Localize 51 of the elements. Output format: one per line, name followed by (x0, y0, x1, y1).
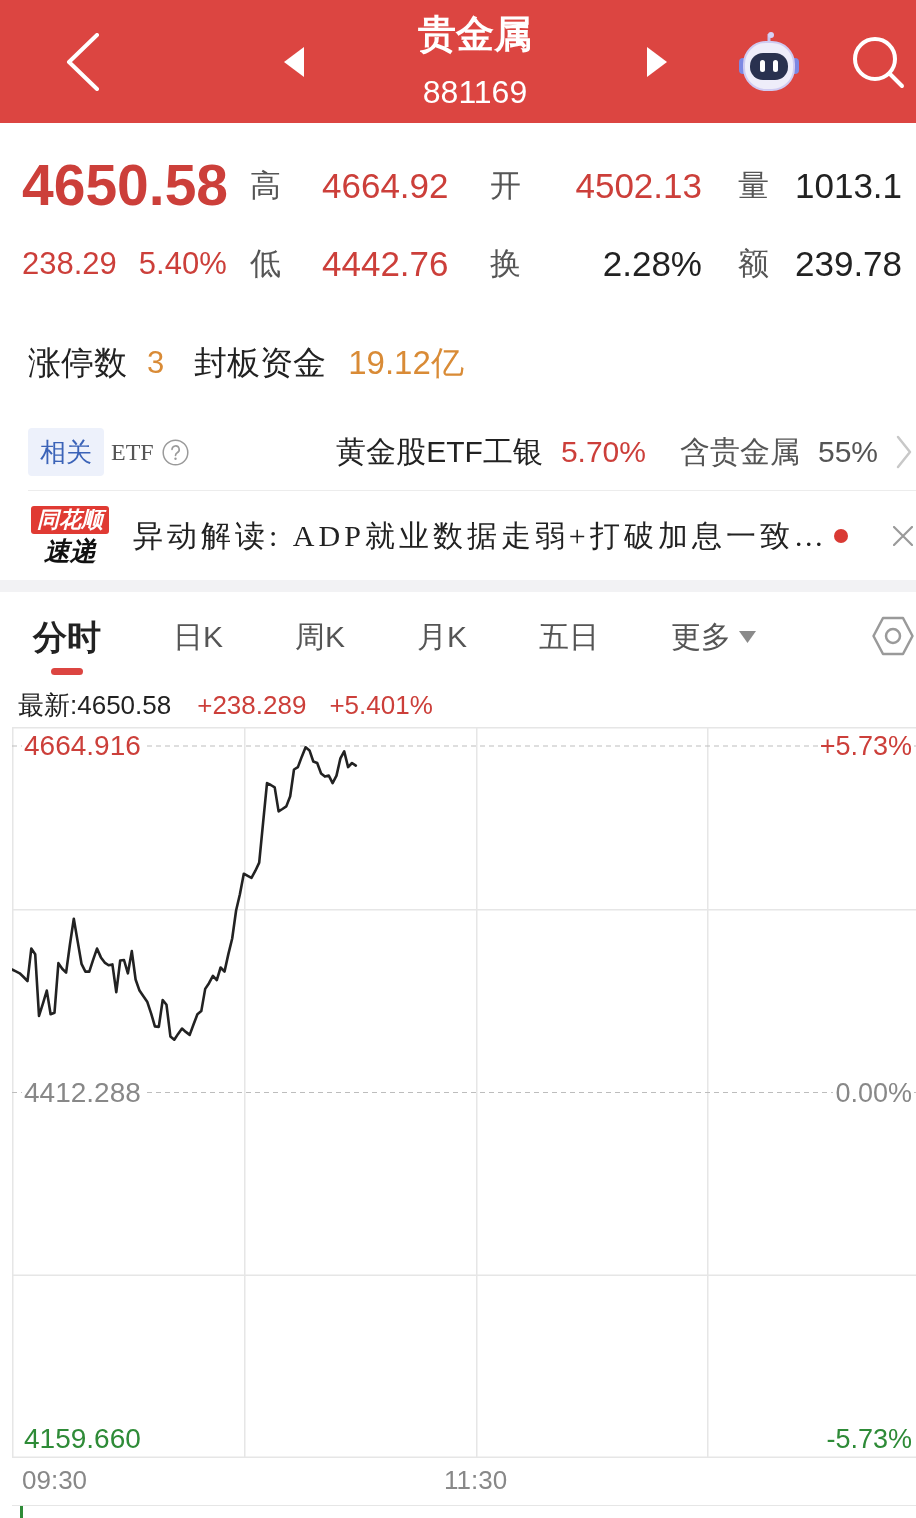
stat-label: 量 (738, 169, 769, 201)
chart-tab[interactable]: 日K (173, 592, 223, 658)
dropdown-caret-icon (739, 631, 757, 643)
news-headline[interactable]: 异动解读: ADP就业数据走弱+打破加息一致… (133, 515, 828, 556)
robot-assistant-icon[interactable] (738, 30, 800, 93)
stat-label: 开 (490, 169, 521, 201)
price-change-percent: 5.40% (138, 247, 227, 279)
related-tag: 相关 (28, 428, 104, 476)
limit-up-count-label: 涨停数 (28, 343, 127, 383)
stat-value: 4502.13 (575, 167, 702, 203)
sealed-funds-label: 封板资金 (194, 343, 327, 383)
page-title: 贵金属 (418, 12, 532, 56)
sealed-funds-value: 19.12亿 (348, 343, 464, 383)
limit-up-count: 3 (147, 344, 165, 382)
stat-value: 4442.76 (322, 245, 449, 281)
chart-tab[interactable]: 五日 (539, 592, 600, 658)
previous-icon[interactable] (284, 46, 304, 77)
index-code: 881169 (422, 74, 528, 110)
stat-label: 换 (490, 247, 521, 279)
latest-price-label: 最新:4650.58 (18, 690, 172, 720)
next-icon[interactable] (647, 46, 667, 77)
holding-label: 含贵金属 (679, 434, 800, 470)
news-source-label: 速递 (44, 535, 96, 566)
etf-name[interactable]: 黄金股ETF工银 (336, 434, 543, 470)
news-source-badge: 同花顺 (31, 505, 109, 534)
chart-tab[interactable]: 月K (417, 592, 468, 658)
holding-percent: 55% (817, 434, 878, 470)
etf-label: ETF (111, 438, 154, 467)
chart-tab[interactable]: 分时 (33, 592, 101, 675)
stat-value: 239.78 (795, 245, 903, 281)
volume-bar (20, 1506, 23, 1518)
latest-change: +238.289 (197, 690, 307, 720)
time-axis-label: 09:30 (22, 1465, 88, 1495)
stat-value: 1013.1 (795, 167, 903, 203)
chart-tab[interactable]: 周K (295, 592, 346, 658)
stat-value: 2.28% (602, 245, 702, 281)
stat-label: 高 (250, 169, 281, 201)
chart-tab[interactable]: 更多 (671, 592, 757, 658)
close-icon[interactable] (893, 525, 913, 546)
time-axis-label: 11:30 (444, 1465, 508, 1495)
latest-change-percent: +5.401% (329, 690, 433, 720)
settings-icon[interactable] (872, 616, 914, 656)
stat-label: 额 (738, 247, 769, 279)
etf-change: 5.70% (560, 434, 646, 470)
stat-label: 低 (250, 247, 281, 279)
back-icon[interactable] (66, 32, 100, 91)
price-change: 238.29 (22, 247, 117, 279)
help-icon[interactable] (161, 438, 189, 466)
search-icon[interactable] (850, 34, 906, 89)
stat-value: 4664.92 (322, 167, 449, 203)
last-price: 4650.58 (22, 156, 229, 214)
